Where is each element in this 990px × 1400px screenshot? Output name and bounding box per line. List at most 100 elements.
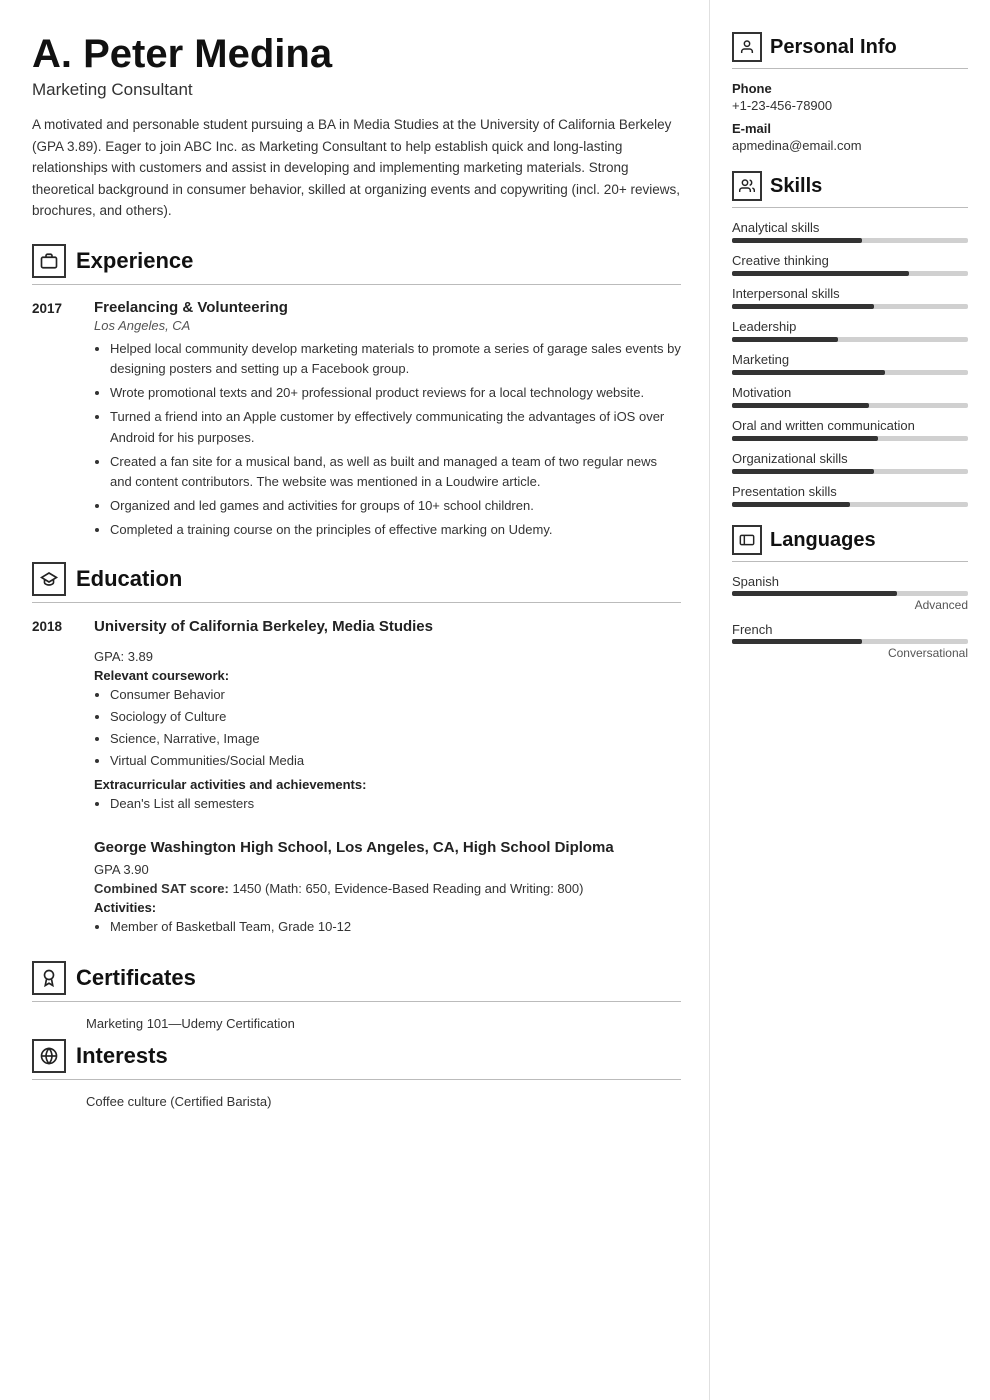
skill-item: Organizational skills [732, 451, 968, 474]
skill-item: Oral and written communication [732, 418, 968, 441]
exp-bullet: Wrote promotional texts and 20+ professi… [110, 383, 681, 403]
certificates-header: Certificates [32, 961, 681, 995]
edu-content-2: George Washington High School, Los Angel… [94, 838, 681, 943]
skill-item: Interpersonal skills [732, 286, 968, 309]
skills-title: Skills [770, 175, 822, 198]
edu-coursework-label: Relevant coursework: [94, 668, 681, 683]
languages-title: Languages [770, 529, 876, 552]
language-name: Spanish [732, 574, 968, 589]
phone-label: Phone [732, 81, 968, 96]
languages-list: Spanish Advanced French Conversational [732, 574, 968, 660]
skill-bar-bg [732, 370, 968, 375]
skill-name: Analytical skills [732, 220, 968, 235]
edu-gpa-2: GPA 3.90 [94, 862, 681, 877]
edu-extracurricular-label: Extracurricular activities and achieveme… [94, 777, 681, 792]
edu-sat-label: Combined SAT score: [94, 881, 229, 896]
edu-sat-value: 1450 (Math: 650, Evidence-Based Reading … [232, 881, 583, 896]
edu-activities-list: Member of Basketball Team, Grade 10-12 [94, 917, 681, 937]
extracurricular-item: Dean's List all semesters [110, 794, 681, 814]
edu-extracurricular-list: Dean's List all semesters [94, 794, 681, 814]
language-name: French [732, 622, 968, 637]
email-label: E-mail [732, 121, 968, 136]
left-column: A. Peter Medina Marketing Consultant A m… [0, 0, 710, 1400]
coursework-item: Virtual Communities/Social Media [110, 751, 681, 771]
edu-school-2: George Washington High School, Los Angel… [94, 838, 681, 858]
certificates-title: Certificates [76, 965, 196, 991]
skill-bar-fill [732, 502, 850, 507]
exp-year: 2017 [32, 299, 74, 544]
edu-coursework-list: Consumer Behavior Sociology of Culture S… [94, 685, 681, 772]
skill-bar-bg [732, 502, 968, 507]
skill-bar-fill [732, 469, 874, 474]
skill-bar-bg [732, 271, 968, 276]
language-level: Advanced [732, 598, 968, 612]
language-item: French Conversational [732, 622, 968, 660]
right-column: Personal Info Phone +1-23-456-78900 E-ma… [710, 0, 990, 1400]
certificates-icon [32, 961, 66, 995]
exp-content: Freelancing & Volunteering Los Angeles, … [94, 299, 681, 544]
skill-item: Creative thinking [732, 253, 968, 276]
education-title: Education [76, 566, 182, 592]
edu-year-1: 2018 [32, 617, 74, 820]
exp-bullet: Turned a friend into an Apple customer b… [110, 407, 681, 447]
skill-item: Presentation skills [732, 484, 968, 507]
skill-name: Motivation [732, 385, 968, 400]
skill-bar-bg [732, 238, 968, 243]
skill-name: Marketing [732, 352, 968, 367]
skill-item: Leadership [732, 319, 968, 342]
candidate-title: Marketing Consultant [32, 80, 681, 100]
experience-list: 2017 Freelancing & Volunteering Los Ange… [32, 299, 681, 544]
resume-wrapper: A. Peter Medina Marketing Consultant A m… [0, 0, 990, 1400]
education-icon [32, 562, 66, 596]
language-bar-fill [732, 591, 897, 596]
skill-name: Presentation skills [732, 484, 968, 499]
experience-title: Experience [76, 248, 193, 274]
exp-bullets: Helped local community develop marketing… [94, 339, 681, 540]
experience-icon [32, 244, 66, 278]
skill-name: Interpersonal skills [732, 286, 968, 301]
skill-bar-fill [732, 370, 885, 375]
interests-icon [32, 1039, 66, 1073]
education-header: Education [32, 562, 681, 596]
coursework-item: Sociology of Culture [110, 707, 681, 727]
languages-divider [732, 561, 968, 562]
skill-name: Organizational skills [732, 451, 968, 466]
experience-header: Experience [32, 244, 681, 278]
coursework-item: Consumer Behavior [110, 685, 681, 705]
certificates-divider [32, 1001, 681, 1002]
exp-bullet: Helped local community develop marketing… [110, 339, 681, 379]
skills-icon [732, 171, 762, 201]
edu-content-1: University of California Berkeley, Media… [94, 617, 681, 820]
personal-info-icon [732, 32, 762, 62]
languages-header: Languages [732, 525, 968, 555]
education-list: 2018 University of California Berkeley, … [32, 617, 681, 943]
personal-info-title: Personal Info [770, 36, 897, 59]
edu-year-2 [32, 838, 74, 943]
skill-bar-bg [732, 304, 968, 309]
language-item: Spanish Advanced [732, 574, 968, 612]
exp-job-title: Freelancing & Volunteering [94, 299, 681, 316]
experience-item: 2017 Freelancing & Volunteering Los Ange… [32, 299, 681, 544]
skill-bar-fill [732, 304, 874, 309]
edu-activities-label: Activities: [94, 900, 681, 915]
skills-divider [732, 207, 968, 208]
interests-header: Interests [32, 1039, 681, 1073]
skills-header: Skills [732, 171, 968, 201]
personal-info-divider [732, 68, 968, 69]
skill-bar-fill [732, 403, 869, 408]
skill-bar-bg [732, 337, 968, 342]
edu-gpa-1: GPA: 3.89 [94, 649, 681, 664]
skill-bar-fill [732, 436, 878, 441]
skill-name: Leadership [732, 319, 968, 334]
language-bar-bg [732, 591, 968, 596]
certificate-item: Marketing 101—Udemy Certification [86, 1016, 681, 1031]
candidate-name: A. Peter Medina [32, 32, 681, 76]
skill-bar-fill [732, 238, 862, 243]
skill-item: Analytical skills [732, 220, 968, 243]
edu-school-1: University of California Berkeley, Media… [94, 617, 681, 637]
skill-bar-bg [732, 469, 968, 474]
skill-name: Creative thinking [732, 253, 968, 268]
skill-item: Motivation [732, 385, 968, 408]
languages-icon [732, 525, 762, 555]
exp-bullet: Created a fan site for a musical band, a… [110, 452, 681, 492]
